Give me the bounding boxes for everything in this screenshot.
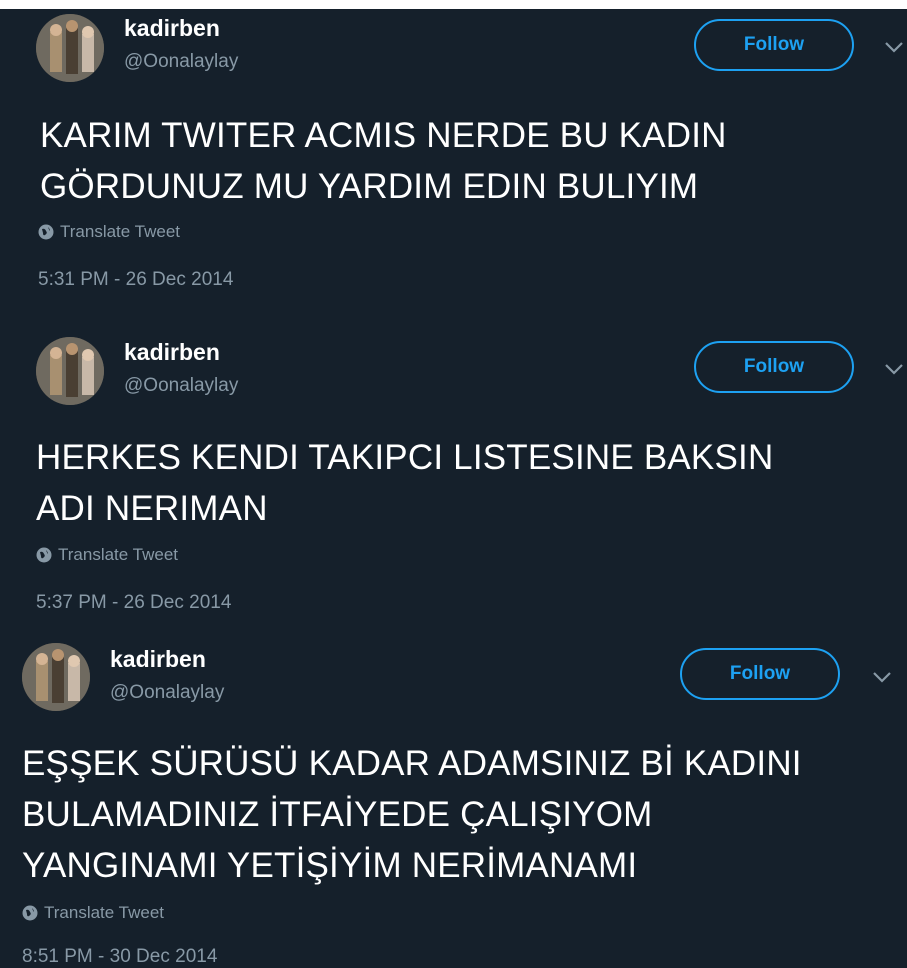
translate-tweet-link[interactable]: Translate Tweet [38, 222, 180, 242]
display-name[interactable]: kadirben [124, 15, 220, 42]
tweet-text-line: YANGINAMI YETİŞİYİM NERİMANAMI [22, 846, 638, 885]
tweet-text-line: BULAMADINIZ İTFAİYEDE ÇALIŞIYOM [22, 795, 653, 834]
avatar-photo-icon [36, 337, 104, 405]
timestamp[interactable]: 8:51 PM - 30 Dec 2014 [22, 946, 217, 968]
translate-tweet-link[interactable]: Translate Tweet [22, 903, 164, 923]
top-edge [0, 0, 907, 9]
globe-icon [38, 224, 54, 240]
tweet-text-line: ADI NERIMAN [36, 489, 268, 528]
avatar-photo-icon [36, 14, 104, 82]
user-handle[interactable]: @Oonalaylay [110, 682, 224, 704]
tweet-text-line: KARIM TWITER ACMIS NERDE BU KADIN [40, 116, 727, 155]
follow-button[interactable]: Follow [680, 648, 840, 700]
translate-label[interactable]: Translate Tweet [44, 903, 164, 923]
avatar[interactable] [36, 14, 104, 82]
translate-tweet-link[interactable]: Translate Tweet [36, 545, 178, 565]
tweet-text: HERKES KENDI TAKIPCI LISTESINE BAKSIN AD… [36, 432, 773, 534]
translate-label[interactable]: Translate Tweet [60, 222, 180, 242]
timestamp[interactable]: 5:37 PM - 26 Dec 2014 [36, 592, 231, 614]
user-handle[interactable]: @Oonalaylay [124, 375, 238, 397]
tweet-text-line: GÖRDUNUZ MU YARDIM EDIN BULIYIM [40, 167, 699, 206]
avatar-photo-icon [22, 643, 90, 711]
tweet-text: KARIM TWITER ACMIS NERDE BU KADIN GÖRDUN… [40, 110, 727, 212]
user-handle[interactable]: @Oonalaylay [124, 51, 238, 73]
avatar[interactable] [36, 337, 104, 405]
timestamp[interactable]: 5:31 PM - 26 Dec 2014 [38, 269, 233, 291]
tweet-text-line: EŞŞEK SÜRÜSÜ KADAR ADAMSINIZ Bİ KADINI [22, 744, 802, 783]
display-name[interactable]: kadirben [124, 339, 220, 366]
tweet-text-line: HERKES KENDI TAKIPCI LISTESINE BAKSIN [36, 438, 774, 477]
follow-button[interactable]: Follow [694, 341, 854, 393]
tweet-text: EŞŞEK SÜRÜSÜ KADAR ADAMSINIZ Bİ KADINI B… [22, 738, 802, 891]
translate-label[interactable]: Translate Tweet [58, 545, 178, 565]
globe-icon [36, 547, 52, 563]
globe-icon [22, 905, 38, 921]
chevron-down-icon[interactable] [872, 670, 892, 684]
avatar[interactable] [22, 643, 90, 711]
follow-button[interactable]: Follow [694, 19, 854, 71]
display-name[interactable]: kadirben [110, 646, 206, 673]
chevron-down-icon[interactable] [884, 362, 904, 376]
chevron-down-icon[interactable] [884, 40, 904, 54]
